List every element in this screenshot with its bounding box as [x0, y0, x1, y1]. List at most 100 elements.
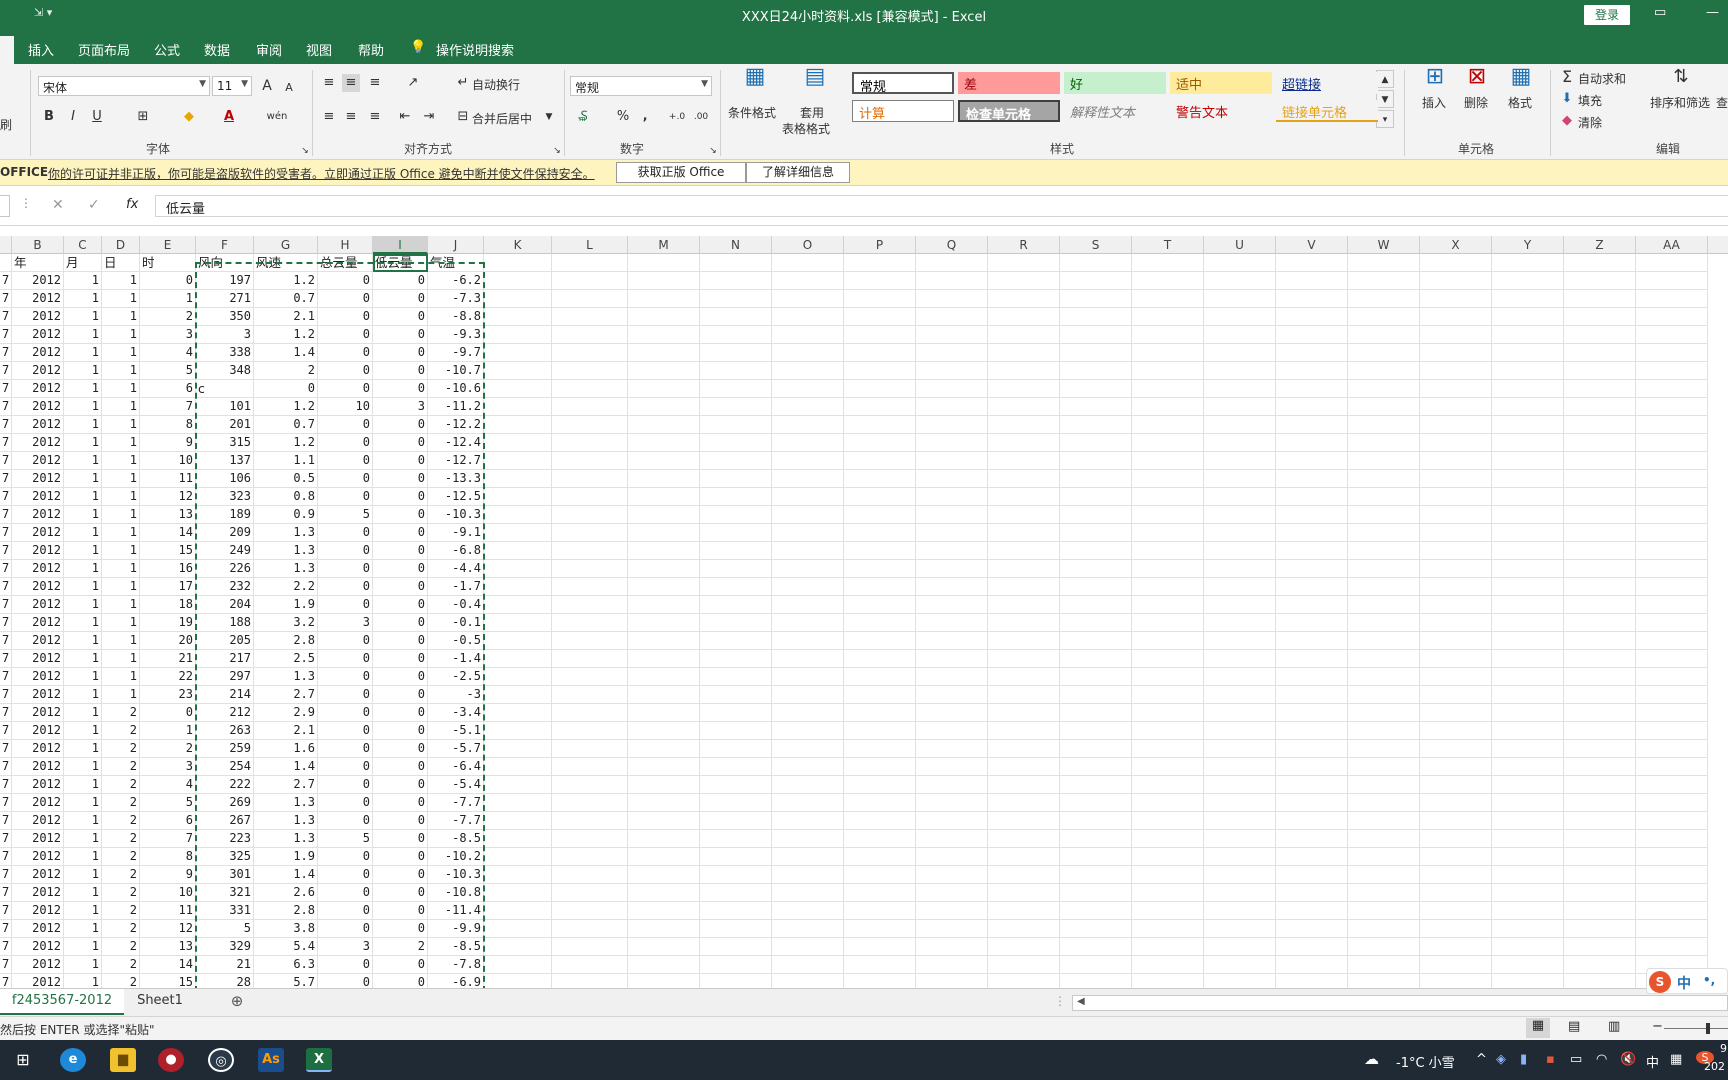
- grid-cell[interactable]: [1420, 254, 1492, 272]
- grid-cell[interactable]: [844, 362, 916, 380]
- grid-cell[interactable]: [1132, 596, 1204, 614]
- table-cell[interactable]: 2012: [12, 938, 64, 956]
- grid-cell[interactable]: [1636, 290, 1708, 308]
- grid-cell[interactable]: [484, 362, 552, 380]
- grid-cell[interactable]: [988, 290, 1060, 308]
- table-cell[interactable]: 1: [102, 416, 140, 434]
- grid-cell[interactable]: [1420, 398, 1492, 416]
- grid-cell[interactable]: [1060, 434, 1132, 452]
- grid-cell[interactable]: [1060, 668, 1132, 686]
- grid-cell[interactable]: [484, 704, 552, 722]
- table-cell[interactable]: 23: [140, 686, 196, 704]
- table-cell[interactable]: 7: [0, 308, 12, 326]
- table-cell[interactable]: 2012: [12, 632, 64, 650]
- grid-cell[interactable]: [552, 380, 628, 398]
- grid-cell[interactable]: [1204, 506, 1276, 524]
- grid-cell[interactable]: [1492, 398, 1564, 416]
- grid-cell[interactable]: [1132, 578, 1204, 596]
- grid-cell[interactable]: [988, 380, 1060, 398]
- table-cell[interactable]: 2012: [12, 344, 64, 362]
- grid-cell[interactable]: [1564, 488, 1636, 506]
- page-layout-view-icon[interactable]: ▤: [1568, 1019, 1580, 1034]
- grid-cell[interactable]: [844, 506, 916, 524]
- grid-cell[interactable]: [1276, 362, 1348, 380]
- grid-cell[interactable]: [1276, 542, 1348, 560]
- grid-cell[interactable]: [1636, 830, 1708, 848]
- table-cell[interactable]: 1: [64, 452, 102, 470]
- grid-cell[interactable]: [700, 290, 772, 308]
- grid-cell[interactable]: [988, 830, 1060, 848]
- grid-cell[interactable]: [1564, 776, 1636, 794]
- table-cell[interactable]: 7: [0, 524, 12, 542]
- grid-cell[interactable]: [1204, 758, 1276, 776]
- grid-cell[interactable]: [916, 776, 988, 794]
- grid-cell[interactable]: [1060, 506, 1132, 524]
- grid-cell[interactable]: [1492, 506, 1564, 524]
- grid-cell[interactable]: [1636, 272, 1708, 290]
- grid-cell[interactable]: [1564, 686, 1636, 704]
- grid-cell[interactable]: [1420, 650, 1492, 668]
- table-cell[interactable]: 3: [140, 758, 196, 776]
- grid-cell[interactable]: [1060, 650, 1132, 668]
- table-cell[interactable]: 2012: [12, 380, 64, 398]
- grid-cell[interactable]: [1564, 632, 1636, 650]
- table-cell[interactable]: 1: [102, 398, 140, 416]
- grid-cell[interactable]: [1492, 686, 1564, 704]
- grid-cell[interactable]: [1492, 794, 1564, 812]
- grid-cell[interactable]: [1348, 326, 1420, 344]
- grid-cell[interactable]: [1564, 362, 1636, 380]
- grid-cell[interactable]: [1492, 452, 1564, 470]
- grid-cell[interactable]: [1060, 488, 1132, 506]
- grid-cell[interactable]: [1276, 560, 1348, 578]
- table-cell[interactable]: 1: [64, 578, 102, 596]
- grid-cell[interactable]: [1276, 740, 1348, 758]
- table-cell[interactable]: 2012: [12, 776, 64, 794]
- grid-cell[interactable]: [988, 344, 1060, 362]
- table-cell[interactable]: 2012: [12, 920, 64, 938]
- grid-cell[interactable]: [1276, 812, 1348, 830]
- grid-cell[interactable]: [844, 830, 916, 848]
- grid-cell[interactable]: [988, 794, 1060, 812]
- grid-cell[interactable]: [844, 794, 916, 812]
- grid-cell[interactable]: [628, 272, 700, 290]
- cell-style-option[interactable]: 适中: [1170, 72, 1272, 94]
- grid-cell[interactable]: [1636, 650, 1708, 668]
- table-cell[interactable]: 2012: [12, 416, 64, 434]
- grid-cell[interactable]: [844, 416, 916, 434]
- table-cell[interactable]: 1: [64, 758, 102, 776]
- grid-cell[interactable]: [844, 290, 916, 308]
- table-cell[interactable]: 18: [140, 596, 196, 614]
- grid-cell[interactable]: [1492, 254, 1564, 272]
- table-cell[interactable]: 8: [140, 848, 196, 866]
- grid-cell[interactable]: [1420, 830, 1492, 848]
- grid-cell[interactable]: [700, 506, 772, 524]
- table-format-label-2[interactable]: 表格格式: [782, 120, 830, 137]
- grid-cell[interactable]: [844, 956, 916, 974]
- grid-cell[interactable]: [628, 974, 700, 988]
- grid-cell[interactable]: [628, 254, 700, 272]
- grid-cell[interactable]: [1276, 848, 1348, 866]
- grid-cell[interactable]: [844, 938, 916, 956]
- grid-cell[interactable]: [1204, 380, 1276, 398]
- grid-cell[interactable]: [988, 956, 1060, 974]
- cell-style-option[interactable]: 解释性文本: [1064, 100, 1166, 122]
- grid-cell[interactable]: [552, 416, 628, 434]
- grid-cell[interactable]: [1348, 578, 1420, 596]
- grid-cell[interactable]: [772, 794, 844, 812]
- grid-cell[interactable]: [700, 344, 772, 362]
- grid-cell[interactable]: [1204, 290, 1276, 308]
- grid-cell[interactable]: [772, 848, 844, 866]
- grid-cell[interactable]: [988, 452, 1060, 470]
- grid-cell[interactable]: [1348, 668, 1420, 686]
- grid-cell[interactable]: [1060, 398, 1132, 416]
- grid-cell[interactable]: [1132, 434, 1204, 452]
- grid-cell[interactable]: [916, 632, 988, 650]
- grid-cell[interactable]: [484, 578, 552, 596]
- grid-cell[interactable]: [1060, 884, 1132, 902]
- grid-cell[interactable]: [1204, 848, 1276, 866]
- zoom-slider-thumb[interactable]: [1706, 1023, 1710, 1034]
- grid-cell[interactable]: [1492, 956, 1564, 974]
- grid-cell[interactable]: [1132, 542, 1204, 560]
- grid-cell[interactable]: [628, 920, 700, 938]
- font-color-icon[interactable]: A: [220, 108, 238, 126]
